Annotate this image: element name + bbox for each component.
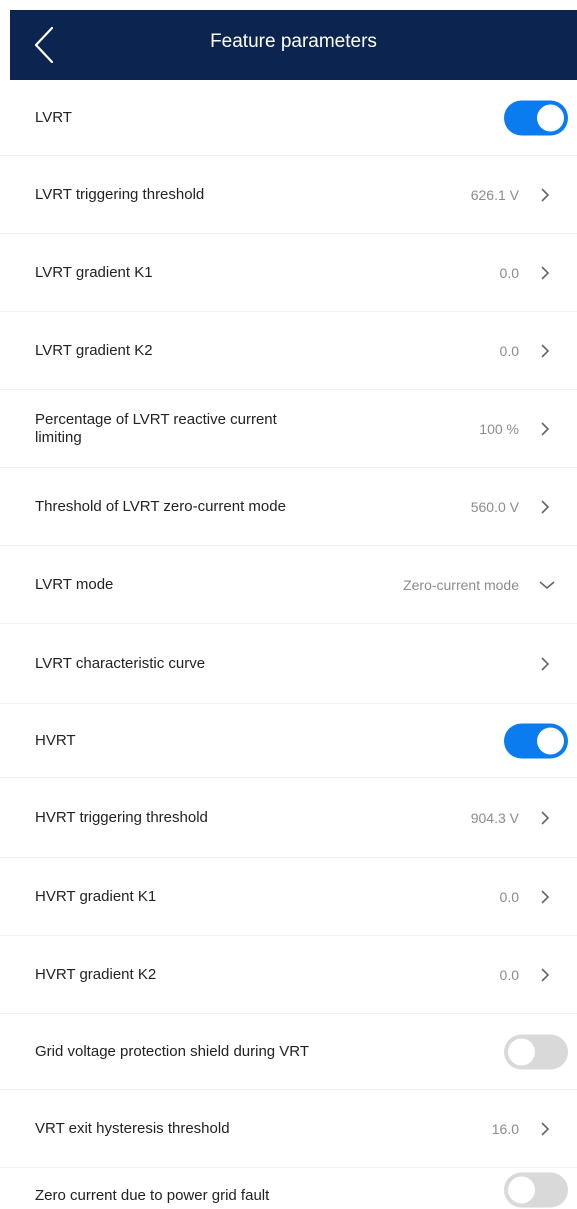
setting-label: LVRT gradient K2	[35, 341, 153, 359]
setting-row-lvrt[interactable]: LVRT	[0, 80, 577, 156]
chevron-right-icon	[537, 263, 553, 283]
setting-row-zero-current-grid-fault[interactable]: Zero current due to power grid fault	[0, 1168, 577, 1209]
setting-row-lvrt-reactive-current-limiting[interactable]: Percentage of LVRT reactive current limi…	[0, 390, 577, 468]
toggle-knob	[537, 727, 564, 754]
setting-row-vrt-exit-hysteresis[interactable]: VRT exit hysteresis threshold 16.0	[0, 1090, 577, 1168]
chevron-right-icon	[537, 185, 553, 205]
setting-row-hvrt-gradient-k1[interactable]: HVRT gradient K1 0.0	[0, 858, 577, 936]
toggle-knob	[537, 104, 564, 131]
setting-value: 100 %	[479, 420, 519, 437]
chevron-right-icon	[537, 965, 553, 985]
setting-label: LVRT mode	[35, 575, 114, 593]
chevron-right-icon	[537, 1119, 553, 1139]
setting-label: Grid voltage protection shield during VR…	[35, 1042, 310, 1060]
setting-value: 0.0	[499, 888, 519, 905]
setting-row-hvrt-triggering-threshold[interactable]: HVRT triggering threshold 904.3 V	[0, 778, 577, 858]
setting-label: LVRT triggering threshold	[35, 185, 205, 203]
setting-value: 0.0	[499, 342, 519, 359]
top-bar: Feature parameters	[10, 10, 577, 80]
setting-value: 904.3 V	[470, 809, 519, 826]
toggle-knob	[508, 1038, 535, 1065]
chevron-right-icon	[537, 654, 553, 674]
chevron-right-icon	[537, 497, 553, 517]
chevron-right-icon	[537, 808, 553, 828]
lvrt-mode-select[interactable]: Zero-current mode	[403, 577, 519, 593]
setting-label: LVRT characteristic curve	[35, 654, 206, 672]
chevron-right-icon	[537, 887, 553, 907]
setting-label: Percentage of LVRT reactive current limi…	[35, 410, 277, 446]
setting-row-lvrt-gradient-k2[interactable]: LVRT gradient K2 0.0	[0, 312, 577, 390]
chevron-right-icon	[537, 341, 553, 361]
setting-row-lvrt-zero-current-threshold[interactable]: Threshold of LVRT zero-current mode 560.…	[0, 468, 577, 546]
setting-value: 16.0	[491, 1120, 519, 1137]
setting-label: HVRT gradient K2	[35, 965, 157, 983]
toggle-knob	[508, 1176, 535, 1204]
hvrt-toggle[interactable]	[504, 723, 568, 758]
setting-label: LVRT	[35, 108, 72, 126]
chevron-right-icon	[537, 419, 553, 439]
setting-row-lvrt-characteristic-curve[interactable]: LVRT characteristic curve	[0, 624, 577, 704]
setting-label: Threshold of LVRT zero-current mode	[35, 497, 286, 515]
setting-row-grid-voltage-protection-shield[interactable]: Grid voltage protection shield during VR…	[0, 1014, 577, 1090]
setting-row-hvrt[interactable]: HVRT	[0, 704, 577, 778]
page-title: Feature parameters	[210, 31, 377, 52]
setting-row-lvrt-gradient-k1[interactable]: LVRT gradient K1 0.0	[0, 234, 577, 312]
setting-label: LVRT gradient K1	[35, 263, 153, 281]
setting-value: 0.0	[499, 264, 519, 281]
setting-value: 0.0	[499, 966, 519, 983]
setting-row-lvrt-mode[interactable]: LVRT mode Zero-current mode	[0, 546, 577, 624]
zero-current-grid-fault-toggle[interactable]	[504, 1172, 568, 1208]
setting-label: VRT exit hysteresis threshold	[35, 1119, 230, 1137]
back-button[interactable]	[24, 24, 64, 66]
setting-value: 626.1 V	[470, 186, 519, 203]
setting-row-hvrt-gradient-k2[interactable]: HVRT gradient K2 0.0	[0, 936, 577, 1014]
setting-label: HVRT	[35, 731, 76, 749]
setting-row-lvrt-triggering-threshold[interactable]: LVRT triggering threshold 626.1 V	[0, 156, 577, 234]
setting-label: Zero current due to power grid fault	[35, 1187, 270, 1204]
setting-value: 560.0 V	[470, 498, 519, 515]
setting-label: HVRT triggering threshold	[35, 808, 208, 826]
setting-label: HVRT gradient K1	[35, 887, 157, 905]
grid-voltage-protection-toggle[interactable]	[504, 1034, 568, 1069]
chevron-down-icon	[537, 575, 557, 595]
settings-list: LVRT LVRT triggering threshold 626.1 V L…	[0, 80, 577, 1209]
lvrt-toggle[interactable]	[504, 100, 568, 135]
chevron-left-icon	[34, 26, 54, 64]
